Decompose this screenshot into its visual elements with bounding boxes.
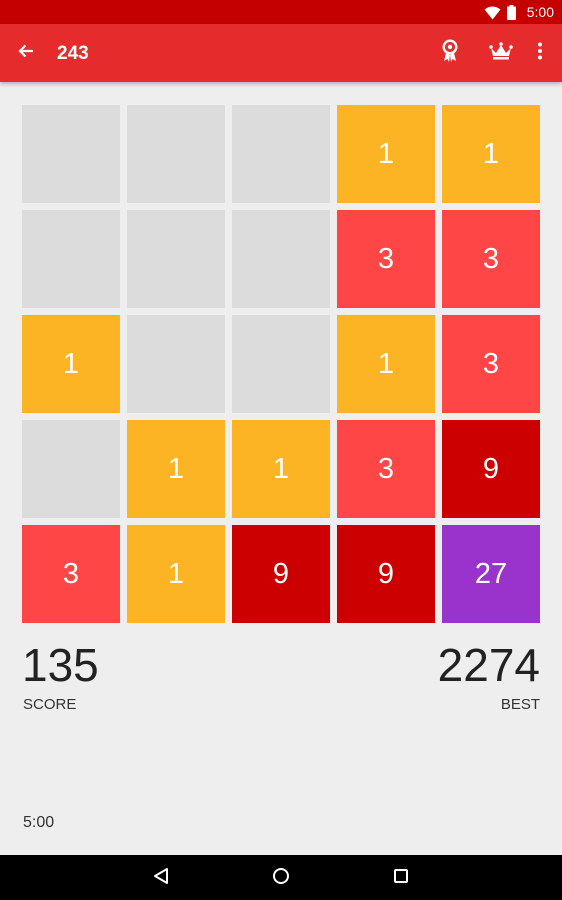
more-vert-icon bbox=[537, 42, 543, 65]
tile-value: 9 bbox=[482, 452, 500, 485]
arrow-back-icon bbox=[17, 42, 35, 65]
nav-recent-icon bbox=[393, 868, 409, 889]
tile-value: 3 bbox=[377, 242, 395, 275]
tile: 1 bbox=[442, 105, 540, 203]
tile: 9 bbox=[337, 525, 435, 623]
game-board[interactable]: 1 1 3 3 1 1 3 1 1 3 9 3 1 9 9 27 bbox=[22, 105, 540, 624]
empty-tile bbox=[22, 105, 120, 203]
empty-tile bbox=[232, 105, 330, 203]
empty-tile bbox=[127, 315, 225, 413]
tile: 1 bbox=[22, 315, 120, 413]
tile-value: 3 bbox=[62, 557, 80, 590]
achievements-button[interactable] bbox=[436, 38, 464, 68]
tile: 3 bbox=[337, 210, 435, 308]
tile-value: 1 bbox=[482, 137, 500, 170]
app-bar: 243 bbox=[0, 24, 562, 82]
best-score-label: BEST bbox=[500, 696, 540, 713]
tile-value: 9 bbox=[377, 557, 395, 590]
tile: 3 bbox=[337, 420, 435, 518]
tile: 3 bbox=[442, 315, 540, 413]
tile: 1 bbox=[127, 420, 225, 518]
score-label: SCORE bbox=[23, 696, 77, 713]
tile: 27 bbox=[442, 525, 540, 623]
award-ribbon-icon bbox=[441, 38, 459, 68]
crown-icon bbox=[489, 41, 513, 65]
tile: 3 bbox=[22, 525, 120, 623]
nav-home-button[interactable] bbox=[269, 866, 293, 890]
tile: 9 bbox=[232, 525, 330, 623]
nav-recent-button[interactable] bbox=[389, 866, 413, 890]
nav-back-button[interactable] bbox=[149, 866, 173, 890]
tile-value: 3 bbox=[482, 347, 500, 380]
empty-tile bbox=[232, 315, 330, 413]
page-title: 243 bbox=[57, 43, 89, 64]
tile-value: 3 bbox=[377, 452, 395, 485]
empty-tile bbox=[127, 210, 225, 308]
tile: 3 bbox=[442, 210, 540, 308]
tile: 1 bbox=[127, 525, 225, 623]
tile: 9 bbox=[442, 420, 540, 518]
tile: 1 bbox=[337, 315, 435, 413]
empty-tile bbox=[232, 210, 330, 308]
tile-value: 1 bbox=[167, 557, 185, 590]
tile-value: 1 bbox=[377, 347, 395, 380]
status-icons bbox=[484, 5, 516, 25]
overflow-menu-button[interactable] bbox=[526, 39, 554, 67]
tile-value: 1 bbox=[377, 137, 395, 170]
score-value: 135 bbox=[22, 639, 99, 691]
nav-back-icon bbox=[152, 867, 170, 890]
nav-home-icon bbox=[272, 867, 290, 890]
tile-value: 1 bbox=[167, 452, 185, 485]
tile: 1 bbox=[337, 105, 435, 203]
tile-value: 1 bbox=[272, 452, 290, 485]
tile-value: 1 bbox=[62, 347, 80, 380]
status-time: 5:00 bbox=[526, 4, 554, 20]
tile: 1 bbox=[232, 420, 330, 518]
empty-tile bbox=[22, 210, 120, 308]
wifi-icon bbox=[484, 6, 501, 25]
tile-value: 3 bbox=[482, 242, 500, 275]
tile-value: 9 bbox=[272, 557, 290, 590]
back-button[interactable] bbox=[12, 39, 40, 67]
navigation-bar bbox=[0, 855, 562, 900]
timer: 5:00 bbox=[23, 814, 55, 831]
status-bar: 5:00 bbox=[0, 0, 562, 24]
empty-tile bbox=[22, 420, 120, 518]
leaderboard-button[interactable] bbox=[487, 39, 515, 67]
tile-value: 27 bbox=[474, 557, 508, 590]
best-score-value: 2274 bbox=[437, 639, 540, 691]
empty-tile bbox=[127, 105, 225, 203]
battery-icon bbox=[507, 5, 516, 25]
